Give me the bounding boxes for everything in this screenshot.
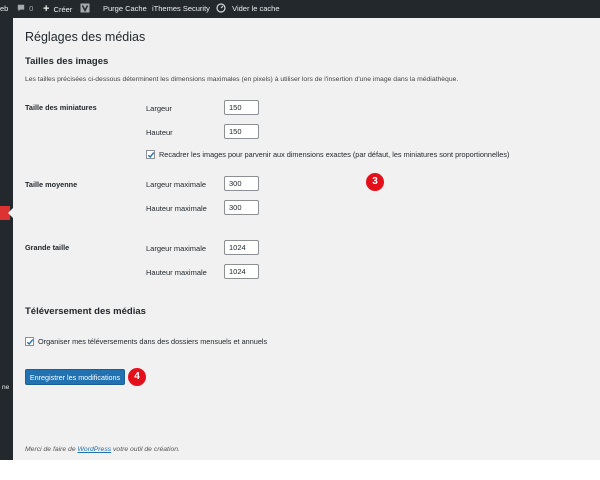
annotation-badge-4: 4 (128, 368, 146, 386)
thumbnail-height-input[interactable] (224, 124, 259, 139)
large-width-input[interactable] (224, 240, 259, 255)
crop-thumbnail-label: Recadrer les images pour parvenir aux di… (159, 150, 510, 159)
uploads-heading: Téléversement des médias (25, 306, 146, 317)
thumbnail-width-input[interactable] (224, 100, 259, 115)
large-width-label: Largeur maximale (146, 244, 207, 253)
organize-uploads-checkbox[interactable] (25, 337, 34, 346)
checkmark-icon (26, 339, 34, 346)
create-menu[interactable]: + Créer (43, 0, 72, 18)
organize-uploads-label: Organiser mes téléversements dans des do… (38, 337, 268, 346)
medium-width-input[interactable] (224, 176, 259, 191)
plus-icon: + (43, 3, 50, 15)
clear-cache-menu[interactable]: Vider le cache (216, 0, 280, 18)
clear-cache-label: Vider le cache (232, 4, 280, 13)
image-sizes-description: Les tailles précisées ci-dessous détermi… (25, 76, 459, 83)
crop-thumbnail-checkbox[interactable] (146, 150, 155, 159)
checkmark-icon (147, 152, 155, 159)
create-label: Créer (53, 5, 73, 14)
comments-item[interactable]: 0 (17, 0, 33, 18)
page-title: Réglages des médias (25, 30, 146, 44)
admin-bar: eb 0 + Créer Purge Cache iThemes Securit… (0, 0, 600, 18)
thumbnail-width-label: Largeur (146, 104, 172, 113)
footer-suffix: votre outil de création. (113, 446, 180, 453)
comments-count: 0 (29, 4, 34, 13)
medium-width-label: Largeur maximale (146, 180, 207, 189)
page-bottom-blank (0, 460, 600, 480)
wordpress-link[interactable]: WordPress (78, 446, 112, 453)
thumbnail-size-label: Taille des miniatures (25, 103, 97, 112)
comment-bubble-icon (17, 4, 25, 12)
large-size-label: Grande taille (25, 243, 70, 252)
medium-size-label: Taille moyenne (25, 180, 78, 189)
admin-sidebar: ne (0, 18, 14, 460)
footer-credit: Merci de faire de WordPress votre outil … (25, 446, 180, 453)
save-changes-button[interactable]: Enregistrer les modifications (25, 369, 125, 385)
footer-prefix: Merci de faire de (25, 446, 76, 453)
sidebar-menu-stub[interactable]: ne (2, 384, 9, 391)
ithemes-security-menu[interactable]: iThemes Security (152, 0, 210, 18)
medium-height-label: Hauteur maximale (146, 204, 207, 213)
purge-cache-button[interactable]: Purge Cache (103, 0, 147, 18)
gauge-icon (216, 3, 226, 13)
annotation-badge-3: 3 (366, 173, 384, 191)
large-height-input[interactable] (224, 264, 259, 279)
site-name-stub[interactable]: eb (0, 0, 8, 18)
thumbnail-height-label: Hauteur (146, 128, 173, 137)
plugin-v-icon[interactable] (80, 0, 90, 18)
large-height-label: Hauteur maximale (146, 268, 207, 277)
main-content (13, 18, 600, 460)
medium-height-input[interactable] (224, 200, 259, 215)
image-sizes-heading: Tailles des images (25, 56, 109, 67)
